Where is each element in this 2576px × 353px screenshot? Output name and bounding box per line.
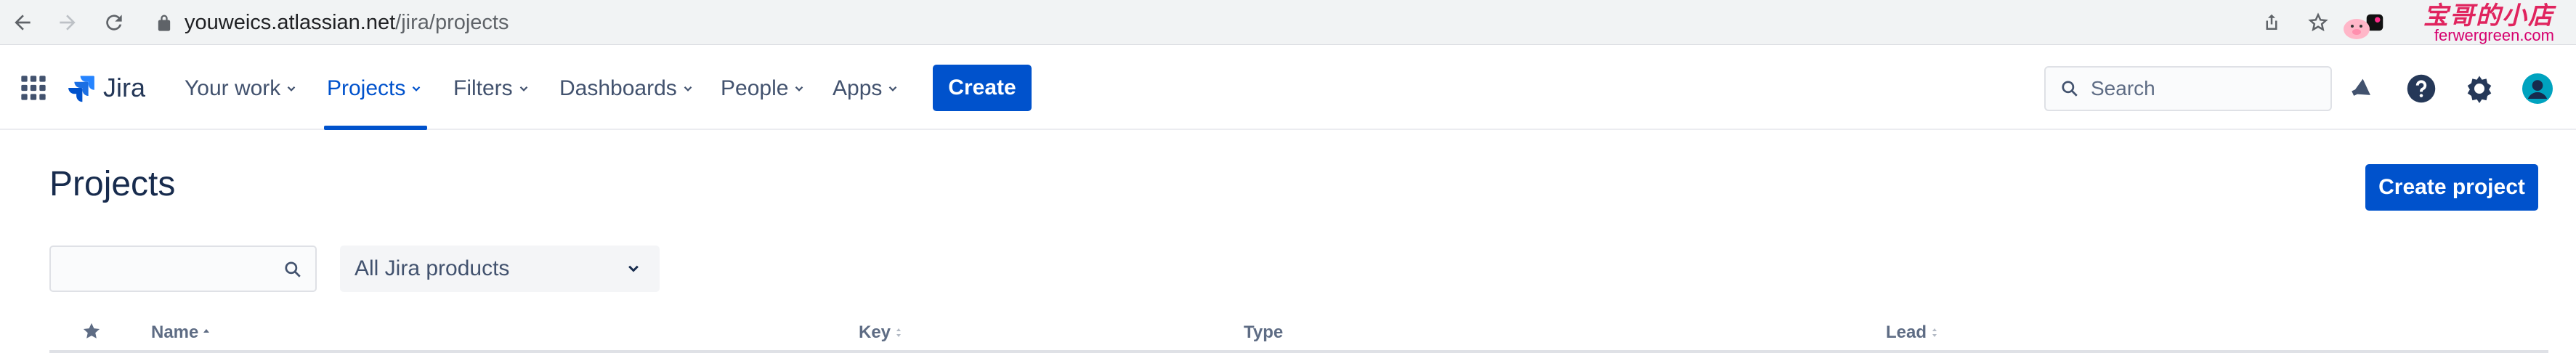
project-search-input[interactable] xyxy=(49,246,317,292)
chevron-down-icon xyxy=(628,265,639,272)
star-outline-icon xyxy=(2308,12,2328,32)
jira-logo-icon xyxy=(68,76,94,102)
sort-ascending-icon xyxy=(203,329,210,333)
column-header-lead[interactable]: Lead xyxy=(1886,322,1940,343)
star-icon[interactable] xyxy=(81,321,102,341)
column-label: Name xyxy=(151,322,199,342)
watermark: 宝哥的小店 ferwergreen.com xyxy=(2423,3,2554,44)
product-filter-value: All Jira products xyxy=(355,256,510,280)
nav-label: Apps xyxy=(833,76,883,100)
chevron-down-icon xyxy=(519,86,527,92)
arrow-right-icon xyxy=(60,15,76,31)
arrow-left-icon xyxy=(15,15,31,31)
megaphone-icon xyxy=(2352,78,2370,96)
help-icon xyxy=(2407,74,2436,103)
column-header-key[interactable]: Key xyxy=(859,322,904,343)
back-button[interactable] xyxy=(6,6,39,39)
product-name: Jira xyxy=(103,73,146,102)
column-header-name[interactable]: Name xyxy=(151,322,211,343)
pig-mascot-icon xyxy=(2344,19,2370,39)
forward-button[interactable] xyxy=(51,6,84,39)
create-button[interactable]: Create xyxy=(933,65,1032,111)
nav-label: Dashboards xyxy=(559,76,677,100)
lock-icon xyxy=(158,15,171,31)
nav-people[interactable]: People xyxy=(721,72,806,105)
projects-table-header: Name Key Type Lead xyxy=(49,314,2548,353)
column-label: Lead xyxy=(1886,322,1927,342)
product-filter-select[interactable]: All Jira products xyxy=(340,246,660,292)
search-placeholder: Search xyxy=(2091,77,2155,100)
chevron-down-icon xyxy=(413,86,421,92)
jira-logo[interactable]: Jira xyxy=(65,72,145,104)
nav-label: Your work xyxy=(185,76,281,100)
chevron-down-icon xyxy=(889,86,897,92)
bookmark-button[interactable] xyxy=(2304,9,2332,36)
app-switcher-icon[interactable] xyxy=(19,73,48,102)
nav-projects[interactable]: Projects xyxy=(327,72,423,105)
nav-your-work[interactable]: Your work xyxy=(185,72,298,105)
url-host: youweics.atlassian.net xyxy=(185,10,396,34)
jira-top-nav: Jira Your work Projects Filters Dashboar… xyxy=(0,46,2576,130)
avatar-icon xyxy=(2522,73,2553,104)
nav-label: People xyxy=(721,76,789,100)
url-path: /jira/projects xyxy=(395,10,509,34)
search-icon xyxy=(2062,81,2078,97)
nav-filters[interactable]: Filters xyxy=(453,72,530,105)
browser-toolbar: youweics.atlassian.net/jira/projects 宝哥的… xyxy=(0,0,2576,45)
column-label: Type xyxy=(1244,322,1284,342)
nav-dashboards[interactable]: Dashboards xyxy=(559,72,694,105)
search-input[interactable]: Search xyxy=(2044,66,2332,111)
watermark-title: 宝哥的小店 xyxy=(2423,1,2554,31)
sort-icon xyxy=(1932,328,1937,337)
nav-apps[interactable]: Apps xyxy=(833,72,899,105)
gear-icon xyxy=(2467,76,2492,103)
create-project-button[interactable]: Create project xyxy=(2365,164,2538,211)
settings-button[interactable] xyxy=(2463,72,2496,105)
chevron-down-icon xyxy=(684,86,692,92)
chevron-down-icon xyxy=(288,86,296,92)
reload-icon xyxy=(106,15,122,31)
share-button[interactable] xyxy=(2258,9,2285,36)
column-label: Key xyxy=(859,322,891,342)
watermark-url: ferwergreen.com xyxy=(2434,26,2554,44)
url-text: youweics.atlassian.net/jira/projects xyxy=(185,11,509,35)
help-button[interactable] xyxy=(2405,72,2438,105)
nav-label: Filters xyxy=(453,76,513,100)
chevron-down-icon xyxy=(795,86,803,92)
notifications-button[interactable] xyxy=(2346,72,2380,105)
share-icon xyxy=(2266,14,2277,30)
column-header-type: Type xyxy=(1244,322,1283,343)
search-icon xyxy=(285,261,301,277)
profile-avatar[interactable] xyxy=(2521,72,2554,105)
nav-label: Projects xyxy=(327,76,406,100)
address-bar[interactable]: youweics.atlassian.net/jira/projects xyxy=(144,4,2367,41)
page-title: Projects xyxy=(49,165,176,203)
active-nav-indicator xyxy=(324,126,427,130)
reload-button[interactable] xyxy=(97,6,131,39)
sort-icon xyxy=(896,328,902,337)
